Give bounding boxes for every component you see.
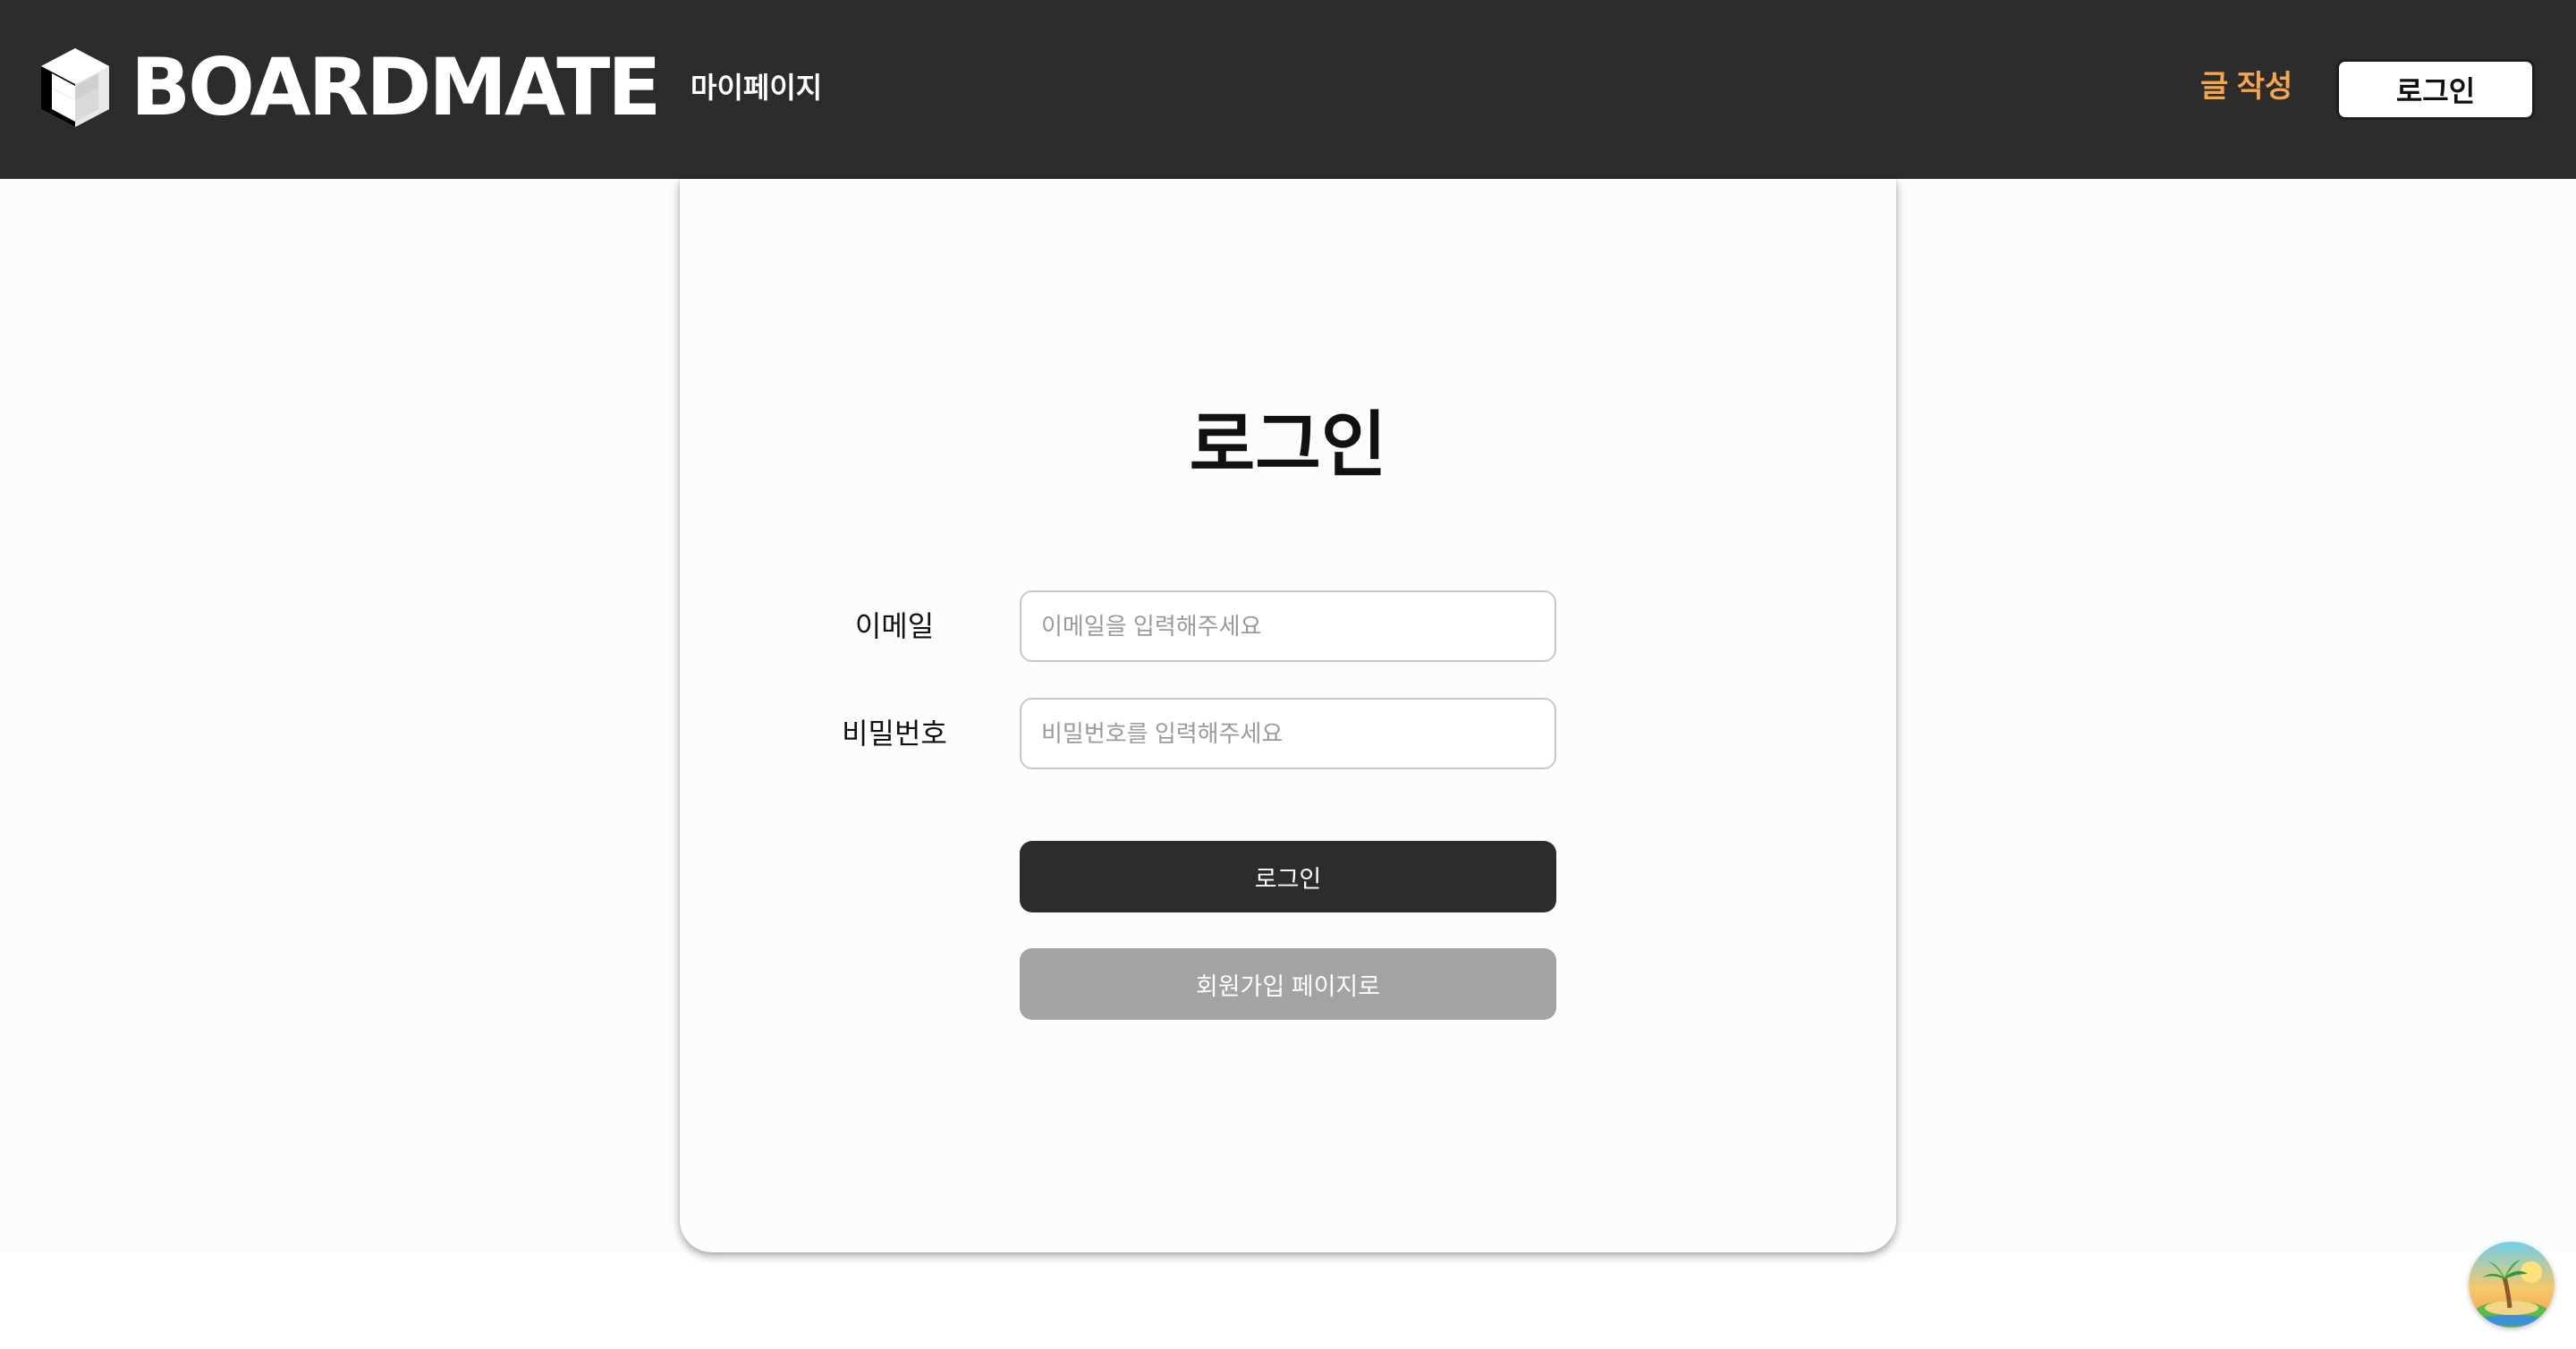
password-label: 비밀번호 bbox=[842, 717, 947, 750]
beach-island-icon bbox=[2469, 1242, 2555, 1328]
brand-name: BOARDMATE bbox=[131, 41, 661, 133]
password-input[interactable] bbox=[1020, 698, 1556, 769]
brand-logo[interactable]: BOARDMATE bbox=[39, 41, 661, 133]
login-title: 로그인 bbox=[1189, 405, 1387, 485]
nav-write-post-link[interactable]: 글 작성 bbox=[2200, 68, 2292, 106]
email-label: 이메일 bbox=[854, 610, 935, 642]
top-header: BOARDMATE 마이페이지 글 작성 로그인 bbox=[0, 0, 2576, 179]
signup-page-button[interactable]: 회원가입 페이지로 bbox=[1020, 948, 1556, 1020]
floating-widget-button[interactable] bbox=[2469, 1242, 2555, 1328]
email-input[interactable] bbox=[1020, 590, 1556, 662]
nav-mypage-link[interactable]: 마이페이지 bbox=[691, 70, 822, 106]
cube-icon bbox=[41, 48, 109, 127]
login-submit-button[interactable]: 로그인 bbox=[1020, 841, 1556, 912]
header-login-button[interactable]: 로그인 bbox=[2336, 59, 2535, 120]
